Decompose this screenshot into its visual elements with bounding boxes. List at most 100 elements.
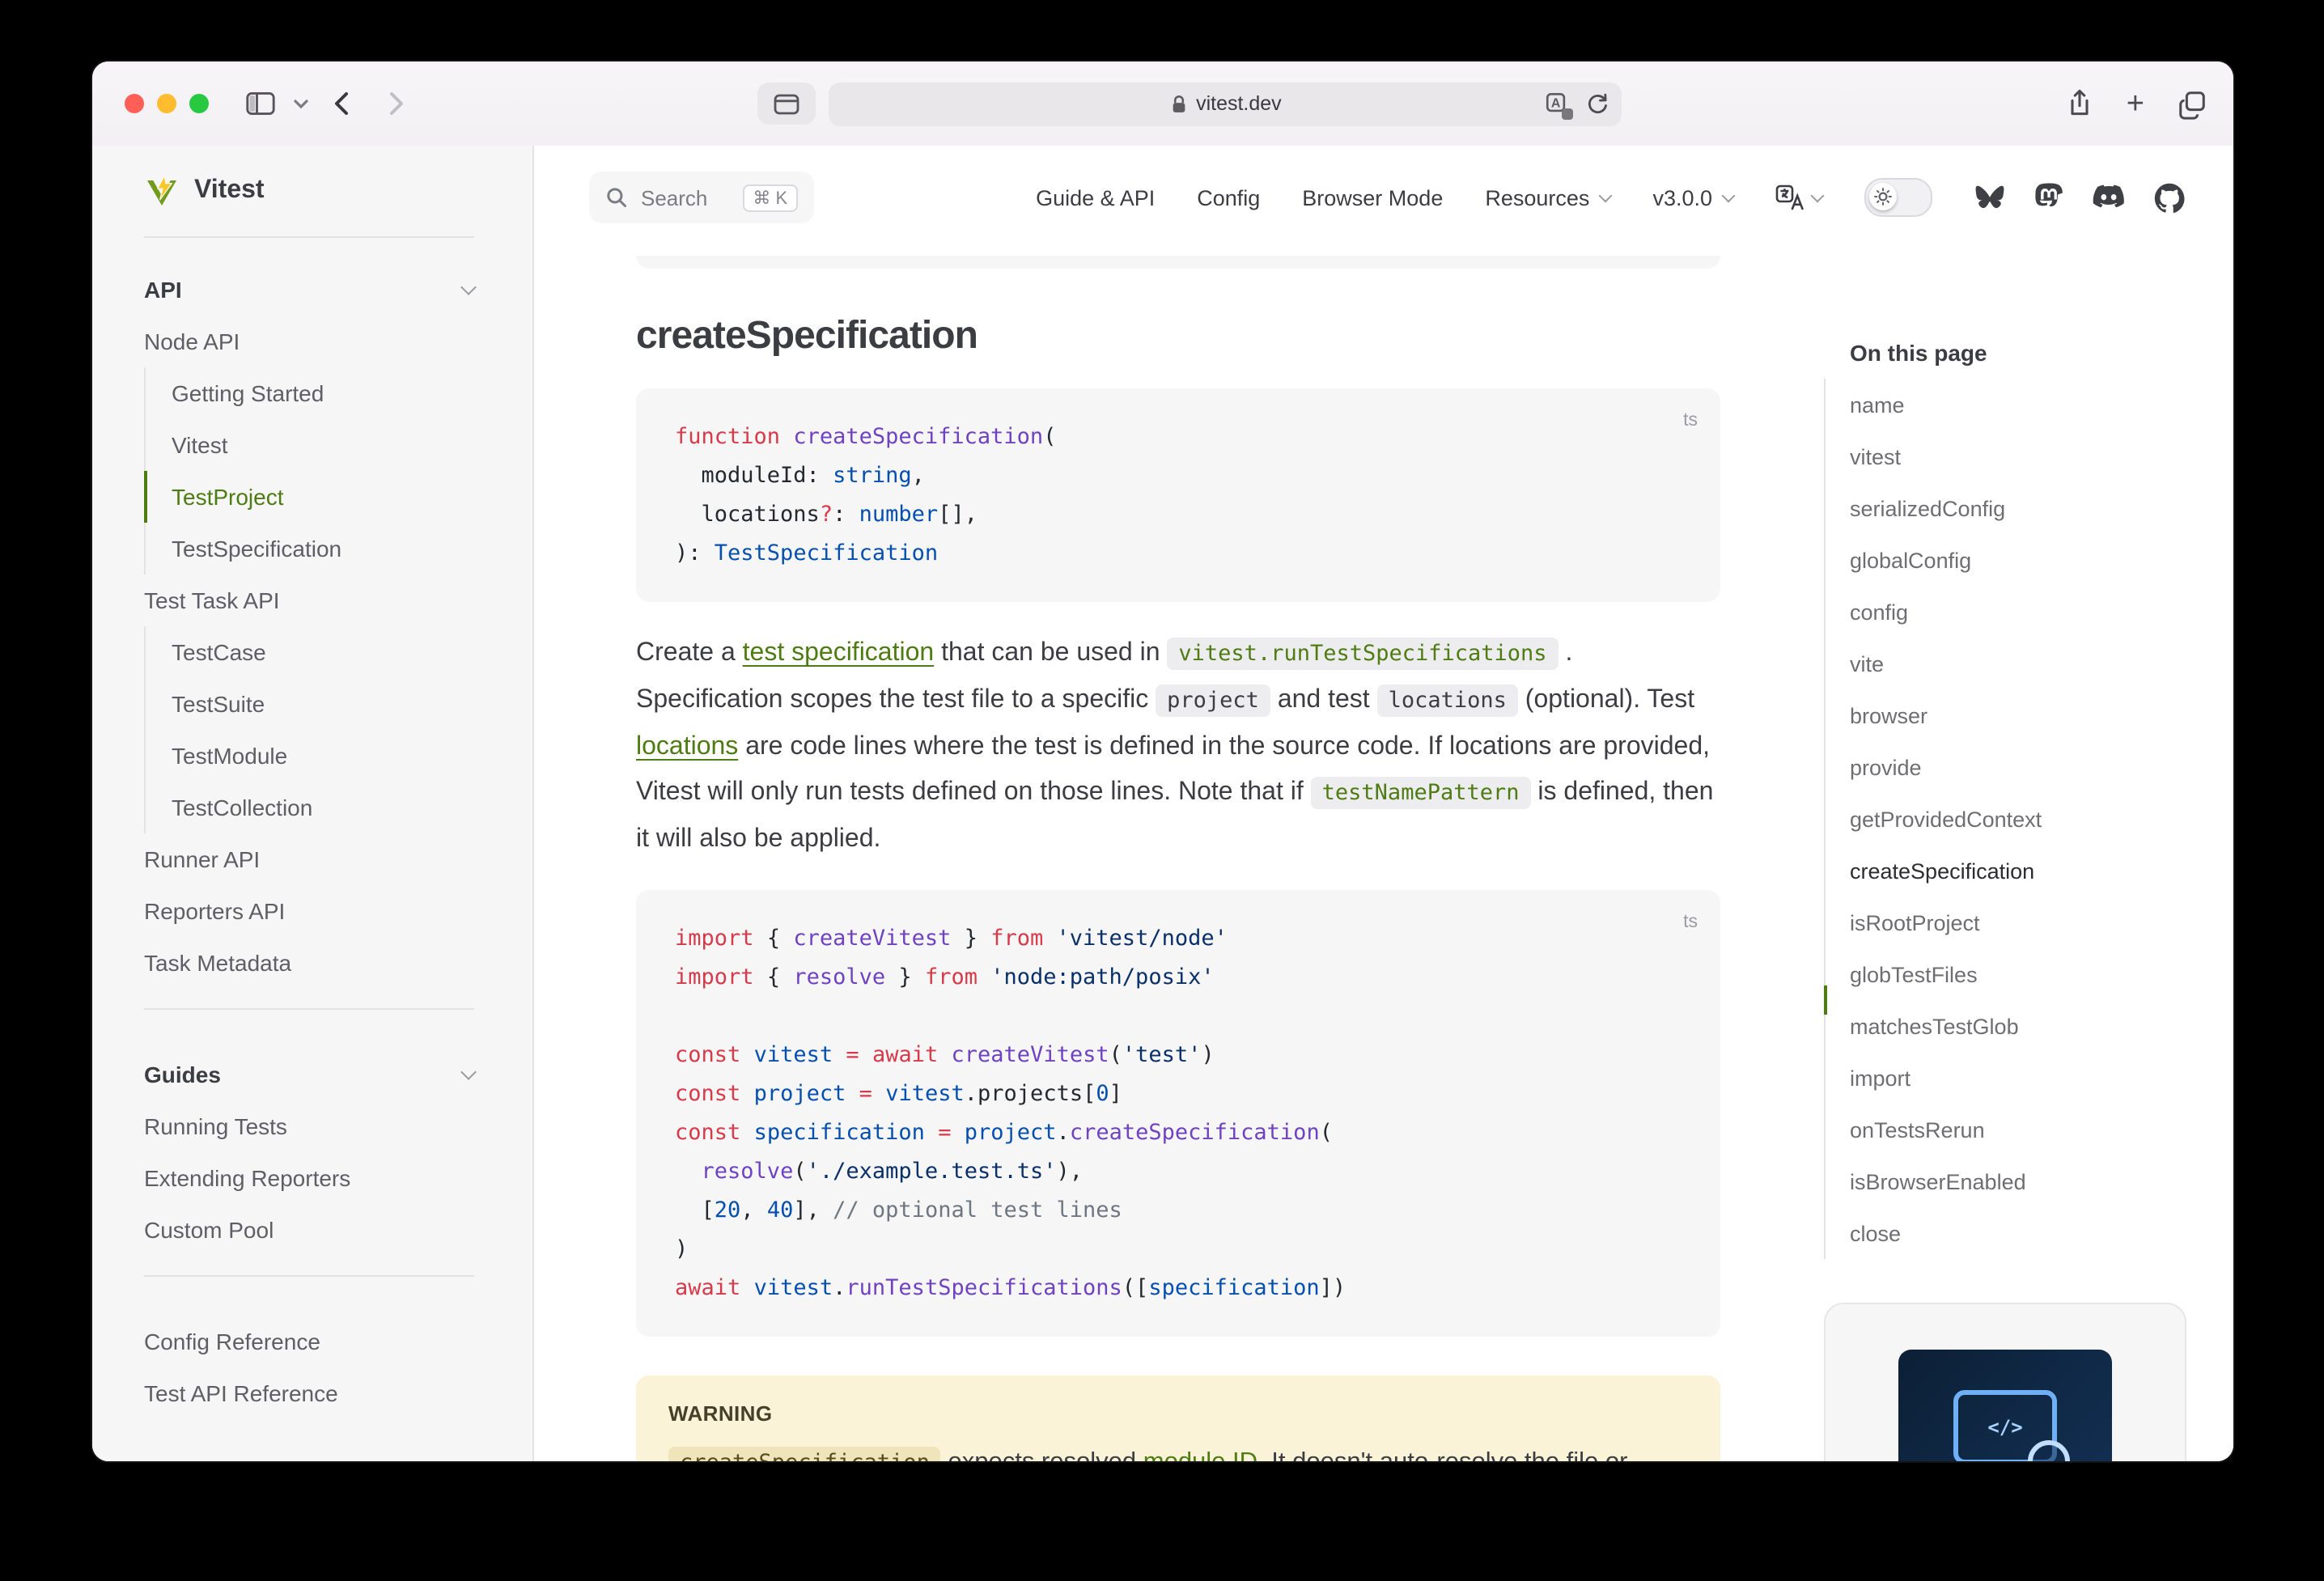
sidebar-item[interactable]: Task Metadata bbox=[92, 937, 532, 989]
toc-title: On this page bbox=[1824, 249, 2233, 369]
url-text: vitest.dev bbox=[1196, 92, 1282, 115]
nav-link[interactable]: Guide & API bbox=[1036, 185, 1155, 210]
toc-item[interactable]: close bbox=[1824, 1207, 2233, 1259]
toc-item[interactable]: vite bbox=[1824, 638, 2233, 689]
sidebar-item[interactable]: Running Tests bbox=[92, 1100, 532, 1152]
sidebar-item[interactable]: API bbox=[92, 264, 532, 316]
lock-icon bbox=[1170, 93, 1188, 114]
desktop: vitest.dev A bbox=[0, 0, 2324, 1581]
warning-title: WARNING bbox=[668, 1401, 1688, 1426]
toc-item[interactable]: provide bbox=[1824, 741, 2233, 793]
sidebar-item[interactable]: Custom Pool bbox=[92, 1204, 532, 1256]
chevron-down-icon bbox=[1722, 189, 1736, 202]
toc-item[interactable]: matchesTestGlob bbox=[1824, 1000, 2233, 1052]
sidebar-item[interactable]: TestSuite bbox=[144, 678, 532, 730]
sidebar-menu-chevron-icon[interactable] bbox=[293, 97, 309, 110]
search-input[interactable]: Search ⌘ K bbox=[589, 172, 813, 223]
sidebar-item[interactable]: Reporters API bbox=[92, 885, 532, 937]
sidebar-item[interactable]: Test Task API bbox=[92, 574, 532, 626]
sidebar-item[interactable]: TestCollection bbox=[144, 782, 532, 833]
warning-callout: WARNING createSpecification expects reso… bbox=[636, 1375, 1720, 1461]
inline-link[interactable]: module ID bbox=[1143, 1448, 1257, 1461]
sidebar-item[interactable] bbox=[92, 1008, 532, 1049]
social-links bbox=[1974, 182, 2185, 213]
back-button[interactable] bbox=[325, 87, 361, 120]
toc-item-label: name bbox=[1850, 392, 1905, 417]
sidebar-item-label: TestSpecification bbox=[172, 536, 341, 562]
translate-icon[interactable]: A bbox=[1546, 91, 1571, 116]
sidebar-item[interactable]: Getting Started bbox=[144, 367, 532, 419]
bluesky-icon[interactable] bbox=[1974, 184, 2005, 211]
toc-item-label: isRootProject bbox=[1850, 910, 1980, 935]
toc-item-label: onTestsRerun bbox=[1850, 1117, 1985, 1142]
address-bar[interactable]: vitest.dev A bbox=[829, 82, 1622, 125]
sidebar-item-label: Config Reference bbox=[144, 1329, 320, 1354]
inline-link[interactable]: locations bbox=[636, 732, 738, 760]
toc-item-label: matchesTestGlob bbox=[1850, 1014, 2019, 1038]
minimize-window-button[interactable] bbox=[157, 94, 176, 113]
sidebar-item[interactable]: Config Reference bbox=[92, 1316, 532, 1367]
toc-item[interactable]: name bbox=[1824, 379, 2233, 430]
theme-toggle[interactable] bbox=[1864, 178, 1932, 217]
sidebar-item-label: Getting Started bbox=[172, 380, 324, 406]
close-window-button[interactable] bbox=[125, 94, 144, 113]
sidebar-item[interactable]: TestModule bbox=[144, 730, 532, 782]
sidebar-item[interactable] bbox=[92, 1275, 532, 1316]
sponsor-card[interactable]: </> bbox=[1824, 1303, 2186, 1461]
share-button[interactable] bbox=[2065, 87, 2094, 120]
site-logo[interactable]: Vitest bbox=[92, 146, 532, 236]
toc-item[interactable]: globalConfig bbox=[1824, 534, 2233, 586]
toc-item[interactable]: createSpecification bbox=[1824, 845, 2233, 896]
sidebar-toggle-button[interactable] bbox=[244, 89, 277, 118]
toc-item[interactable]: getProvidedContext bbox=[1824, 793, 2233, 845]
toc-item[interactable]: config bbox=[1824, 586, 2233, 638]
nav-link[interactable]: Resources bbox=[1485, 185, 1610, 210]
toc-item[interactable]: onTestsRerun bbox=[1824, 1104, 2233, 1155]
nav-link-label: Guide & API bbox=[1036, 185, 1155, 210]
sidebar-item[interactable]: TestCase bbox=[144, 626, 532, 678]
toc-item-label: createSpecification bbox=[1850, 858, 2034, 883]
sidebar-item[interactable]: Test API Reference bbox=[92, 1367, 532, 1419]
sidebar-item[interactable]: TestSpecification bbox=[144, 523, 532, 574]
inline-link[interactable]: test specification bbox=[743, 639, 935, 667]
nav-link[interactable]: Config bbox=[1197, 185, 1260, 210]
text-run: that can be used in bbox=[934, 639, 1167, 667]
reload-button[interactable] bbox=[1587, 92, 1609, 115]
toc-item-label: globTestFiles bbox=[1850, 962, 1978, 986]
language-menu[interactable] bbox=[1775, 184, 1822, 210]
toc-item-label: vitest bbox=[1850, 444, 1901, 468]
forward-button[interactable] bbox=[377, 87, 413, 120]
nav-link[interactable]: Browser Mode bbox=[1302, 185, 1443, 210]
toc-active-marker bbox=[1823, 985, 1826, 1015]
mastodon-icon[interactable] bbox=[2034, 182, 2063, 213]
page-settings-button[interactable] bbox=[758, 83, 816, 125]
inline-code-link[interactable]: vitest.runTestSpecifications bbox=[1167, 638, 1558, 670]
toc-item[interactable]: globTestFiles bbox=[1824, 948, 2233, 1000]
theme-toggle-knob bbox=[1869, 182, 1897, 210]
toc-item[interactable]: isBrowserEnabled bbox=[1824, 1155, 2233, 1207]
sidebar-item[interactable]: TestProject bbox=[144, 471, 532, 523]
new-tab-button[interactable]: + bbox=[2127, 88, 2144, 119]
toc-item[interactable]: serializedConfig bbox=[1824, 482, 2233, 534]
sidebar-item[interactable]: Vitest bbox=[144, 419, 532, 471]
discord-icon[interactable] bbox=[2093, 184, 2125, 210]
toc-item[interactable]: browser bbox=[1824, 689, 2233, 741]
nav-link-label: Resources bbox=[1485, 185, 1589, 210]
text-run: (optional). Test bbox=[1518, 686, 1694, 714]
sidebar-item[interactable]: Guides bbox=[92, 1049, 532, 1100]
warning-text: createSpecification expects resolved mod… bbox=[668, 1442, 1688, 1461]
sidebar-item[interactable]: Node API bbox=[92, 316, 532, 367]
toc-item[interactable]: vitest bbox=[1824, 430, 2233, 482]
nav-link-label: Browser Mode bbox=[1302, 185, 1443, 210]
toc-item-label: serializedConfig bbox=[1850, 496, 2005, 520]
toc-item[interactable]: isRootProject bbox=[1824, 896, 2233, 948]
nav-link[interactable]: v3.0.0 bbox=[1652, 185, 1733, 210]
toc-item[interactable]: import bbox=[1824, 1052, 2233, 1104]
sidebar-item[interactable]: Extending Reporters bbox=[92, 1152, 532, 1204]
github-icon[interactable] bbox=[2154, 182, 2185, 213]
sidebar-item[interactable]: Runner API bbox=[92, 833, 532, 885]
inline-code-link[interactable]: testNamePattern bbox=[1311, 778, 1531, 810]
zoom-window-button[interactable] bbox=[189, 94, 209, 113]
tab-overview-button[interactable] bbox=[2177, 88, 2207, 119]
code-language-label: ts bbox=[1683, 401, 1698, 440]
